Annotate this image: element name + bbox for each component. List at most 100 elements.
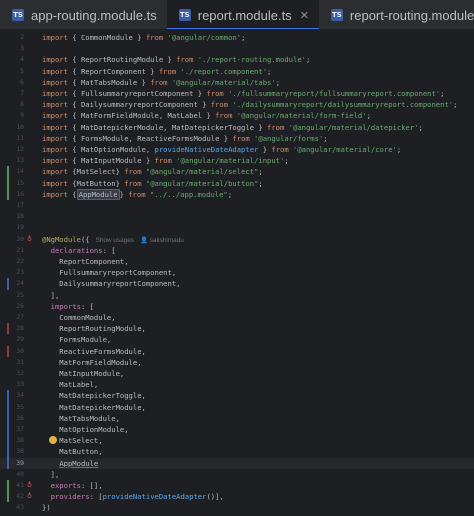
code-line[interactable]: 25 ], xyxy=(0,290,474,301)
vcs-change-marker[interactable] xyxy=(7,457,9,469)
line-number: 13 xyxy=(16,156,24,165)
code-line[interactable]: 34 MatDatepickerToggle, xyxy=(0,390,474,402)
code-line[interactable]: 16 import {AppModule} from "../../app.mod… xyxy=(0,188,474,200)
code-line[interactable]: 8 import { DailysummaryreportComponent } … xyxy=(0,99,474,110)
code-line[interactable]: 41 ♁ exports: [], xyxy=(0,480,474,492)
code-token: './fullsummaryreport/fullsummaryreport.c… xyxy=(223,89,441,98)
code-line[interactable]: 31 MatFormFieldModule, xyxy=(0,357,474,368)
line-number: 31 xyxy=(16,357,24,366)
code-line[interactable]: 23 FullsummaryreportComponent, xyxy=(0,267,474,278)
code-text: FormsModule, xyxy=(42,334,111,345)
vcs-change-marker[interactable] xyxy=(7,480,9,492)
code-line[interactable]: 32 MatInputModule, xyxy=(0,368,474,379)
vcs-change-marker[interactable] xyxy=(7,345,9,357)
code-line[interactable]: 17 xyxy=(0,200,474,211)
code-line[interactable]: 33 MatLabel, xyxy=(0,379,474,390)
code-line[interactable]: 12 import { MatOptionModule, provideNativ… xyxy=(0,144,474,155)
vcs-change-marker[interactable] xyxy=(7,412,9,424)
code-token: { MatInputModule } xyxy=(67,156,155,166)
author-hint[interactable]: 👤 sakshimadu xyxy=(140,237,184,244)
code-line[interactable]: 28 ReportRoutingModule, xyxy=(0,323,474,335)
code-line[interactable]: 21 declarations: [ xyxy=(0,245,474,256)
code-token: ; xyxy=(241,33,246,42)
vcs-change-marker[interactable] xyxy=(7,491,9,503)
code-text: MatButton, xyxy=(42,446,102,457)
code-token: from xyxy=(124,167,142,177)
code-line[interactable]: 14 import {MatSelect} from "@angular/mate… xyxy=(0,166,474,178)
tab-app-routing-module-ts[interactable]: TS app-routing.module.ts xyxy=(0,0,167,29)
code-line[interactable]: 27 CommonModule, xyxy=(0,312,474,323)
code-line[interactable]: 11 import { FormsModule, ReactiveFormsMod… xyxy=(0,133,474,144)
vcs-change-marker[interactable] xyxy=(7,435,9,447)
show-usages-hint[interactable]: Show usages xyxy=(96,237,134,244)
vcs-change-marker[interactable] xyxy=(7,323,9,335)
code-text: MatLabel, xyxy=(42,379,98,390)
code-line[interactable]: 4 import { ReportRoutingModule } from './… xyxy=(0,54,474,65)
code-line[interactable]: 18 xyxy=(0,211,474,222)
code-line[interactable]: 5 import { ReportComponent } from './repo… xyxy=(0,66,474,77)
code-line[interactable]: 22 ReportComponent, xyxy=(0,256,474,267)
vcs-change-marker[interactable] xyxy=(7,424,9,436)
vcs-change-marker[interactable] xyxy=(7,390,9,402)
angular-module-icon[interactable]: ♁ xyxy=(25,481,34,490)
code-line[interactable]: 38 MatButton, xyxy=(0,446,474,458)
code-text: MatDatepickerToggle, xyxy=(42,390,146,401)
code-text: import {MatButton} from "@angular/materi… xyxy=(42,178,263,189)
code-line[interactable]: 20 ♁ @NgModule({Show usages 👤 sakshimadu xyxy=(0,234,474,245)
code-editor[interactable]: 2 import { CommonModule } from '@angular/… xyxy=(0,30,474,516)
code-line[interactable]: 37 MatOptionModule, xyxy=(0,424,474,436)
code-line[interactable]: 39 AppModule xyxy=(0,457,474,469)
close-tab-icon[interactable]: ✕ xyxy=(300,9,309,22)
code-text: MatInputModule, xyxy=(42,368,124,379)
code-text: import { MatInputModule } from '@angular… xyxy=(42,155,289,166)
code-line[interactable]: 26 imports: [ xyxy=(0,301,474,312)
line-number: 23 xyxy=(16,268,24,277)
vcs-change-marker[interactable] xyxy=(7,401,9,413)
code-text: import { ReportRoutingModule } from './r… xyxy=(42,54,310,65)
code-line[interactable]: 30 ReactiveFormsModule, xyxy=(0,345,474,357)
code-line[interactable]: 9 import { MatFormFieldModule, MatLabel }… xyxy=(0,110,474,121)
code-line[interactable]: 6 import { MatTabsModule } from '@angular… xyxy=(0,77,474,88)
line-number: 33 xyxy=(16,380,24,389)
angular-module-icon[interactable]: ♁ xyxy=(25,235,34,244)
code-line[interactable]: 7 import { FullsummaryreportComponent } f… xyxy=(0,88,474,99)
code-token: import xyxy=(42,178,68,188)
code-line[interactable]: 40 ], xyxy=(0,469,474,480)
vcs-change-marker[interactable] xyxy=(7,446,9,458)
code-text: import { DailysummaryreportComponent } f… xyxy=(42,99,457,110)
code-line[interactable]: 13 import { MatInputModule } from '@angul… xyxy=(0,155,474,166)
code-line[interactable]: 2 import { CommonModule } from '@angular/… xyxy=(0,32,474,43)
code-line[interactable]: 35 MatDatepickerModule, xyxy=(0,401,474,413)
vcs-change-marker[interactable] xyxy=(7,166,9,178)
vcs-change-marker[interactable] xyxy=(7,177,9,189)
code-token: @NgModule xyxy=(42,234,81,244)
code-text: ReportRoutingModule, xyxy=(42,323,146,334)
code-line[interactable]: 42 ♁ providers: [provideNativeDateAdapter… xyxy=(0,491,474,503)
vcs-change-marker[interactable] xyxy=(7,278,9,290)
code-text: import { ReportComponent } from './repor… xyxy=(42,66,271,77)
code-line[interactable]: 38 MatSelect, xyxy=(0,435,474,447)
code-token: } xyxy=(258,145,272,154)
code-token: AppModule xyxy=(76,188,120,200)
code-line[interactable]: 10 import { MatDatepickerModule, MatDatep… xyxy=(0,122,474,133)
tab-report-module-ts[interactable]: TS report.module.ts ✕ xyxy=(166,0,320,29)
code-line[interactable]: 29 FormsModule, xyxy=(0,334,474,345)
code-line[interactable]: 15 import {MatButton} from "@angular/mate… xyxy=(0,177,474,189)
code-text: MatTabsModule, xyxy=(42,413,120,424)
code-line[interactable]: 36 MatTabsModule, xyxy=(0,412,474,424)
code-token: '@angular/material/datepicker' xyxy=(284,122,419,132)
code-line[interactable]: 3 xyxy=(0,43,474,54)
code-line[interactable]: 43}) xyxy=(0,502,474,513)
code-token: from xyxy=(154,156,172,166)
code-token: ; xyxy=(366,111,371,121)
code-text: import { FormsModule, ReactiveFormsModul… xyxy=(42,133,328,144)
code-token: {MatSelect} xyxy=(67,167,125,177)
vcs-change-marker[interactable] xyxy=(7,188,9,200)
angular-module-icon[interactable]: ♁ xyxy=(25,492,34,501)
tab-report-routing-module-ts[interactable]: TS report-routing.module.ts xyxy=(319,0,474,29)
code-token: exports xyxy=(50,481,81,490)
code-line[interactable]: 19 xyxy=(0,222,474,233)
code-text: CommonModule, xyxy=(42,312,115,323)
code-line[interactable]: 24 DailysummaryreportComponent, xyxy=(0,278,474,290)
code-token: { MatFormFieldModule, MatLabel } xyxy=(67,111,216,121)
